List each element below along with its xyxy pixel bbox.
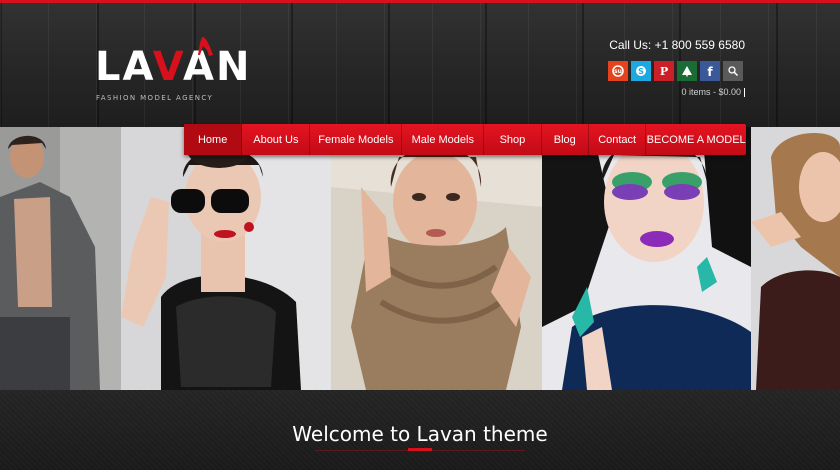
logo-tagline: FASHION MODEL AGENCY <box>96 94 214 102</box>
nav-item-about-us[interactable]: About Us <box>242 124 311 155</box>
tree-icon[interactable] <box>677 61 697 81</box>
model-gallery <box>0 127 840 390</box>
nav-item-blog[interactable]: Blog <box>542 124 589 155</box>
svg-text:f: f <box>707 65 713 77</box>
nav-item-male-models[interactable]: Male Models <box>402 124 485 155</box>
title-underline-accent <box>408 448 432 451</box>
svg-text:P: P <box>660 65 668 77</box>
logo-text: LAVAN <box>95 44 252 90</box>
main-nav: Home About Us Female Models Male Models … <box>184 124 746 155</box>
nav-item-contact[interactable]: Contact <box>589 124 647 155</box>
cart-summary[interactable]: 0 items - $0.00 <box>681 87 745 98</box>
nav-item-shop[interactable]: Shop <box>484 124 542 155</box>
nav-item-home[interactable]: Home <box>184 124 243 155</box>
logo[interactable]: LAVAN FASHION MODEL AGENCY <box>95 37 249 107</box>
gallery-photo-makeup-model[interactable] <box>542 127 751 390</box>
svg-text:su: su <box>614 68 622 75</box>
nav-item-become-a-model[interactable]: BECOME A MODEL <box>646 124 746 155</box>
welcome-title: Welcome to Lavan theme <box>292 422 548 446</box>
high-heel-icon <box>198 37 213 56</box>
welcome-section: Welcome to Lavan theme <box>0 390 840 470</box>
gallery-photo-male-model[interactable] <box>0 127 121 390</box>
cart-text: 0 items - $0.00 <box>681 87 741 97</box>
social-icons: su S P f <box>608 61 743 81</box>
facebook-icon[interactable]: f <box>700 61 720 81</box>
skype-icon[interactable]: S <box>631 61 651 81</box>
svg-text:S: S <box>638 67 644 76</box>
gallery-photo-edge-model[interactable] <box>751 127 840 390</box>
pinterest-icon[interactable]: P <box>654 61 674 81</box>
gallery-photo-sunglasses-model[interactable] <box>121 127 331 390</box>
cart-divider <box>744 88 745 98</box>
gallery-photo-scarf-model[interactable] <box>331 127 542 390</box>
phone-number: Call Us: +1 800 559 6580 <box>609 38 745 52</box>
search-icon[interactable] <box>723 61 743 81</box>
nav-item-female-models[interactable]: Female Models <box>310 124 403 155</box>
stumbleupon-icon[interactable]: su <box>608 61 628 81</box>
header: LAVAN FASHION MODEL AGENCY Call Us: +1 8… <box>0 3 840 127</box>
